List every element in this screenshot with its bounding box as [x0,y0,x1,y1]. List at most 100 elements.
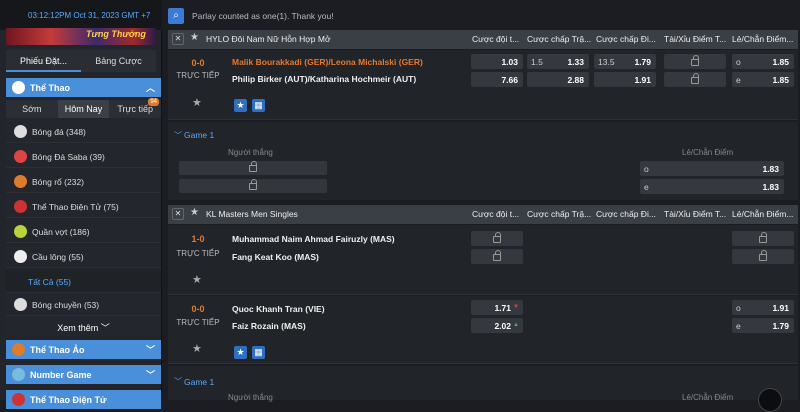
sport-count: (348) [66,127,86,137]
team-home: Muhammad Naim Ahmad Fairuzly (MAS) [232,234,395,244]
odds-value: 7.66 [501,75,518,85]
odds-cell[interactable]: e 1.85 [732,72,794,87]
odds-cell[interactable]: 1.71 ▼ [471,300,523,315]
lock-icon [493,250,501,261]
odds-cell[interactable]: 2.88 [527,72,589,87]
stats-icon[interactable]: ▦ [252,346,265,359]
star-icon[interactable]: ★ [190,207,199,218]
even-label: e [736,75,741,85]
col-header-over-under: Tài/Xỉu Điểm T... [664,209,727,219]
see-more-button[interactable]: Xem thêm ﹀ [6,316,161,336]
odds-cell[interactable]: o 1.83 [640,161,784,176]
favorite-star-icon[interactable]: ★ [234,99,247,112]
game-section: ﹀ Game 1 Người thắng Lẻ/Chẵn Điểm [168,366,798,412]
section-virtual-sports[interactable]: Thể Thao Ảo ﹀ [6,340,161,359]
game-label: Game 1 [184,130,215,140]
even-label: e [644,182,649,192]
star-icon[interactable]: ★ [192,342,202,355]
sport-item-volleyball[interactable]: Bóng chuyền (53) [6,293,161,316]
locked-cell [732,249,794,264]
match-row: 1-0 TRỰC TIẾP ★ Muhammad Naim Ahmad Fair… [168,225,798,295]
lock-icon [249,161,257,172]
tab-live-label: Trực tiếp [117,104,154,114]
odds-value: 1.79 [772,321,789,331]
esports-icon [14,200,27,213]
sport-count: (75) [103,202,119,212]
col-header-point-handicap: Cược chấp Đi... [596,209,656,219]
sport-item-saba-soccer[interactable]: Bóng Đá Saba (39) [6,145,161,168]
odds-cell[interactable]: 1.91 [594,72,656,87]
sport-item-badminton[interactable]: Cầu lông (55) [6,245,161,268]
volleyball-icon [14,298,27,311]
favorite-star-icon[interactable]: ★ [234,346,247,359]
section-label: Thể Thao Điện Tử [30,395,107,405]
sport-item-basketball[interactable]: Bóng rổ (232) [6,170,161,193]
odd-label: o [644,164,649,174]
collapse-icon[interactable]: ✕ [172,33,184,45]
section-label: Thể Thao Ảo [30,345,85,355]
odds-value: 1.91 [772,303,789,313]
league-header[interactable]: ✕ ★ HYLO Đôi Nam Nữ Hỗn Hợp Mở Cược đội … [168,30,798,49]
tab-bet-list[interactable]: Bảng Cược [81,50,156,72]
chevron-down-icon[interactable]: ﹀ [174,130,182,141]
star-icon[interactable]: ★ [192,96,202,109]
collapse-icon[interactable]: ✕ [172,208,184,220]
promo-banner[interactable]: Tưng Thưởng [6,28,156,45]
scroll-down-button[interactable] [758,388,782,412]
odd-even-label: Lẻ/Chẵn Điểm [682,393,734,402]
section-sports[interactable]: Thể Thao ︿ [6,78,161,97]
locked-cell [179,161,327,175]
sport-count: (186) [69,227,90,237]
sport-item-tennis[interactable]: Quần vợt (186) [6,220,161,243]
sport-item-esports[interactable]: Thể Thao Điện Tử (75) [6,195,161,218]
col-header-point-handicap: Cược chấp Đi... [596,34,656,44]
odds-cell[interactable]: 13.5 1.79 [594,54,656,69]
odds-value: 1.91 [634,75,651,85]
odds-cell[interactable]: e 1.83 [640,179,784,194]
odds-cell[interactable]: 7.66 [471,72,523,87]
lock-icon [691,55,699,66]
odds-value: 1.03 [501,57,518,67]
star-icon[interactable]: ★ [192,273,202,286]
odds-cell[interactable]: 1.5 1.33 [527,54,589,69]
arrow-up-icon: ▲ [513,322,519,328]
odds-cell[interactable]: 1.03 [471,54,523,69]
clock: 03:12:12PM Oct 31, 2023 GMT +7 [0,0,162,30]
chevron-down-icon[interactable]: ﹀ [174,376,182,387]
shuttlecock-icon [14,250,27,263]
section-number-game[interactable]: Number Game ﹀ [6,365,161,384]
odds-cell[interactable]: e 1.79 [732,318,794,333]
locked-cell [732,231,794,246]
tab-today[interactable]: Hôm Nay [57,100,110,118]
sport-item-all[interactable]: Tất Cả (55) [6,270,161,293]
all-label: Tất Cả [28,277,54,287]
stats-icon[interactable]: ▦ [252,99,265,112]
live-count-badge: 94 [148,98,160,106]
league-header[interactable]: ✕ ★ KL Masters Men Singles Cược đội t...… [168,205,798,224]
tab-bet-slip[interactable]: Phiếu Đặt... [6,50,81,72]
tab-early[interactable]: Sớm [6,100,58,118]
star-icon[interactable]: ★ [190,32,199,43]
sport-item-soccer[interactable]: Bóng đá (348) [6,120,161,143]
odds-cell[interactable]: o 1.91 [732,300,794,315]
odds-value: 1.33 [567,57,584,67]
handicap-line: 1.5 [531,57,543,67]
locked-cell [179,179,327,193]
odds-cell[interactable]: 2.02 ▲ [471,318,523,333]
number-game-icon [12,368,25,381]
odd-label: o [736,303,741,313]
lock-icon [691,73,699,84]
odds-cell[interactable]: o 1.85 [732,54,794,69]
chevron-up-icon: ︿ [145,83,155,93]
locked-cell [471,249,523,264]
sport-label: Bóng chuyền [32,300,82,310]
locked-cell [471,231,523,246]
team-away: Fang Keat Koo (MAS) [232,252,319,262]
soccer-icon [14,125,27,138]
even-label: e [736,321,741,331]
sidebar: 03:12:12PM Oct 31, 2023 GMT +7 Tưng Thưở… [0,0,162,409]
team-away: Philip Birker (AUT)/Katharina Hochmeir (… [232,74,417,84]
game-label: Game 1 [184,377,215,387]
search-icon[interactable]: ⌕ [168,8,184,24]
tab-live[interactable]: Trực tiếp 94 [109,98,161,118]
